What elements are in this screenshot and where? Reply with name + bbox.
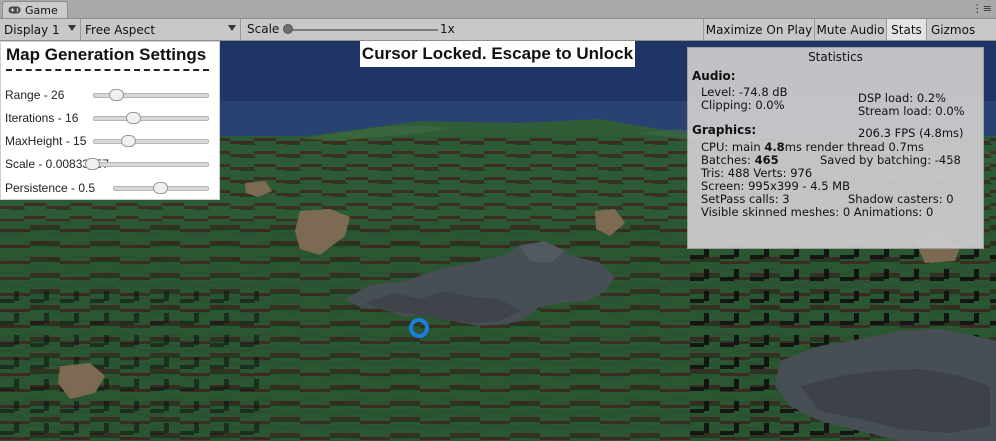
max-height-label: MaxHeight - 15 — [5, 134, 87, 148]
crosshair-reticle-icon — [409, 318, 429, 338]
persistence-label: Persistence - 0.5 — [5, 181, 96, 195]
tris-verts: Tris: 488 Verts: 976 — [701, 166, 813, 180]
settings-title: Map Generation Settings — [6, 45, 207, 64]
display-dropdown-label: Display 1 — [4, 22, 60, 37]
aspect-dropdown-label: Free Aspect — [85, 22, 156, 37]
cursor-locked-text: Cursor Locked. Escape to Unlock — [361, 44, 634, 63]
tab-game[interactable]: Game — [2, 1, 68, 18]
stats-label: Stats — [891, 22, 922, 37]
scale-slider-handle[interactable] — [85, 158, 100, 170]
mute-audio-label: Mute Audio — [816, 22, 885, 37]
setpass-calls: SetPass calls: 3 — [701, 192, 790, 206]
visible-skinned-meshes: Visible skinned meshes: 0 Animations: 0 — [701, 205, 934, 219]
range-slider-handle[interactable] — [108, 89, 124, 101]
range-label: Range - 26 — [5, 88, 65, 102]
scale-slider-handle[interactable] — [283, 24, 293, 34]
max-height-slider-handle[interactable] — [120, 135, 136, 147]
audio-header: Audio: — [692, 69, 736, 83]
cpu-suffix: ms render thread 0.7ms — [784, 140, 924, 154]
dsp-load: DSP load: 0.2% — [858, 91, 947, 105]
tab-strip: Game ⋮≡ — [0, 0, 996, 19]
cursor-locked-banner: Cursor Locked. Escape to Unlock — [360, 41, 635, 67]
maximize-on-play-toggle[interactable]: Maximize On Play — [703, 19, 814, 40]
scale-slider-track[interactable] — [288, 29, 438, 31]
screen-readout: Screen: 995x399 - 4.5 MB — [701, 179, 850, 193]
audio-clipping: Clipping: 0.0% — [701, 98, 785, 112]
max-height-slider-track[interactable] — [93, 139, 209, 144]
scale-slider-track[interactable] — [93, 162, 209, 167]
shadow-casters: Shadow casters: 0 — [848, 192, 954, 206]
chevron-down-icon — [228, 25, 236, 31]
scale-value: 1x — [440, 22, 455, 36]
gizmos-label: Gizmos — [931, 22, 976, 37]
audio-level: Level: -74.8 dB — [701, 85, 788, 99]
iterations-label: Iterations - 16 — [5, 111, 79, 125]
mute-audio-toggle[interactable]: Mute Audio — [814, 19, 886, 40]
graphics-header: Graphics: — [692, 123, 757, 137]
cpu-main-value: 4.8 — [764, 140, 785, 154]
statistics-panel: Statistics Audio: Level: -74.8 dB Clippi… — [687, 47, 984, 249]
cpu-readout: CPU: main 4.8ms render thread 0.7ms — [701, 140, 924, 154]
stream-load: Stream load: 0.0% — [858, 104, 965, 118]
iterations-slider-track[interactable] — [93, 116, 209, 121]
more-icon[interactable]: ⋮≡ — [972, 2, 992, 15]
stats-toggle[interactable]: Stats — [886, 19, 926, 40]
title-divider — [6, 69, 209, 71]
aspect-dropdown[interactable]: Free Aspect — [81, 19, 241, 40]
fps-readout: 206.3 FPS (4.8ms) — [858, 126, 964, 140]
game-toolbar: Display 1 Free Aspect Scale 1x Maximize … — [0, 19, 996, 41]
statistics-title: Statistics — [808, 50, 863, 64]
chevron-down-icon — [68, 25, 76, 31]
tab-game-label: Game — [25, 3, 58, 17]
map-generation-settings-panel: Map Generation Settings Range - 26 Itera… — [0, 41, 220, 200]
batches-value: 465 — [754, 153, 779, 167]
persistence-slider-handle[interactable] — [152, 182, 168, 194]
iterations-slider-handle[interactable] — [125, 112, 141, 124]
gizmos-dropdown[interactable]: Gizmos — [926, 19, 996, 40]
batches-readout: Batches: 465 — [701, 153, 779, 167]
display-dropdown[interactable]: Display 1 — [0, 19, 81, 40]
cpu-prefix: CPU: main — [701, 140, 765, 154]
gamepad-icon — [8, 4, 21, 17]
scale-label: Scale — [247, 22, 280, 36]
maximize-on-play-label: Maximize On Play — [705, 22, 813, 37]
saved-by-batching: Saved by batching: -458 — [820, 153, 961, 167]
batches-prefix: Batches: — [701, 153, 755, 167]
